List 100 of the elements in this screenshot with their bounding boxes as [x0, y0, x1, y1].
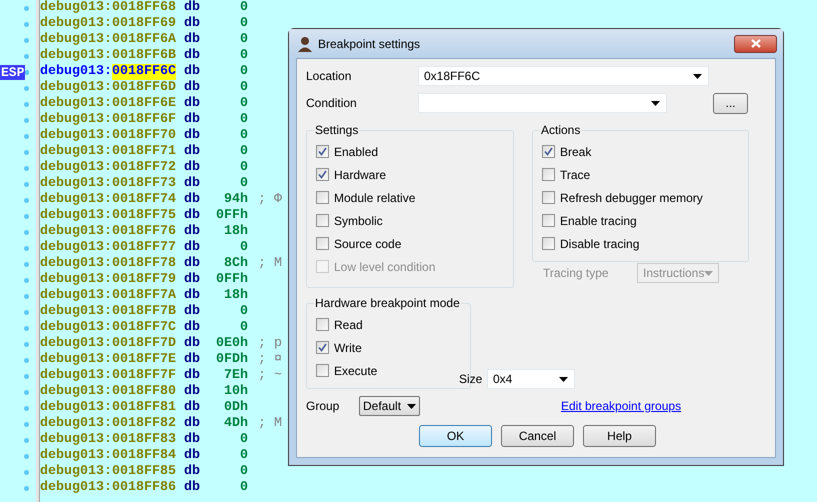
field-label: Condition — [306, 95, 358, 112]
address[interactable]: 0018FF6F — [112, 112, 176, 128]
address[interactable]: 0018FF86 — [112, 480, 176, 496]
address[interactable]: 0018FF83 — [112, 432, 176, 448]
segment-label: debug013: — [40, 464, 112, 480]
byte-value: 0 — [238, 48, 248, 64]
directive: db — [184, 176, 200, 192]
checkbox-label: Hardware — [334, 166, 386, 184]
address[interactable]: 0018FF74 — [112, 192, 176, 208]
directive: db — [184, 320, 200, 336]
checkbox[interactable] — [316, 191, 329, 204]
group-title: Actions — [540, 122, 582, 139]
segment-label: debug013: — [40, 160, 112, 176]
segment-label: debug013: — [40, 400, 112, 416]
comment: ; M — [258, 256, 282, 272]
byte-value: 0 — [238, 16, 248, 32]
segment-label: debug013: — [40, 480, 112, 496]
size-combo[interactable]: 0x4 — [487, 369, 575, 389]
address[interactable]: 0018FF7D — [112, 336, 176, 352]
checkbox[interactable] — [316, 237, 329, 250]
checkbox[interactable] — [542, 168, 555, 181]
checkbox[interactable] — [316, 364, 329, 377]
byte-value: 0 — [238, 32, 248, 48]
segment-label: debug013: — [40, 368, 112, 384]
address[interactable]: 0018FF6A — [112, 32, 176, 48]
address[interactable]: 0018FF6E — [112, 96, 176, 112]
edit-groups-link[interactable]: Edit breakpoint groups — [561, 397, 682, 415]
byte-value: 0 — [238, 144, 248, 160]
field-label: Size — [459, 371, 484, 388]
location-combo[interactable]: 0x18FF6C — [418, 66, 709, 86]
checkbox[interactable] — [542, 145, 555, 158]
caret-icon — [559, 376, 568, 382]
address[interactable]: 0018FF6C — [112, 64, 176, 80]
segment-label: debug013: — [40, 128, 112, 144]
checkbox[interactable] — [316, 168, 329, 181]
checkmark-icon — [544, 147, 553, 156]
checkbox-label: Disable tracing — [560, 236, 640, 252]
address[interactable]: 0018FF7F — [112, 368, 176, 384]
segment-label: debug013: — [40, 144, 112, 160]
checkbox[interactable] — [316, 318, 329, 331]
segment-label: debug013: — [40, 240, 112, 256]
checkbox[interactable] — [542, 237, 555, 250]
address[interactable]: 0018FF7A — [112, 288, 176, 304]
field-label: Group — [306, 398, 340, 415]
byte-value: 0 — [238, 240, 248, 256]
checkbox[interactable] — [542, 214, 555, 227]
dialog-button[interactable]: Help — [583, 425, 656, 447]
address[interactable]: 0018FF80 — [112, 384, 176, 400]
checkmark-icon — [318, 343, 327, 352]
checkbox[interactable] — [542, 191, 555, 204]
address[interactable]: 0018FF68 — [112, 0, 176, 16]
checkbox[interactable] — [316, 341, 329, 354]
comment: ; ~ — [258, 368, 282, 384]
checkbox[interactable] — [316, 214, 329, 227]
field-label: Location — [306, 68, 352, 85]
close-button[interactable] — [734, 34, 777, 52]
directive: db — [184, 144, 200, 160]
directive: db — [184, 272, 200, 288]
byte-value: 0 — [238, 320, 248, 336]
address[interactable]: 0018FF76 — [112, 224, 176, 240]
address[interactable]: 0018FF77 — [112, 240, 176, 256]
address[interactable]: 0018FF75 — [112, 208, 176, 224]
address[interactable]: 0018FF69 — [112, 16, 176, 32]
byte-value: 18h — [222, 224, 248, 240]
byte-value: 0 — [238, 176, 248, 192]
address[interactable]: 0018FF84 — [112, 448, 176, 464]
address[interactable]: 0018FF82 — [112, 416, 176, 432]
address[interactable]: 0018FF72 — [112, 160, 176, 176]
register-marker: ESP — [0, 64, 26, 80]
address[interactable]: 0018FF70 — [112, 128, 176, 144]
address[interactable]: 0018FF78 — [112, 256, 176, 272]
browse-button[interactable]: ... — [713, 92, 748, 114]
segment-label: debug013: — [40, 224, 112, 240]
condition-combo[interactable] — [418, 93, 667, 113]
byte-value: 18h — [222, 288, 248, 304]
address[interactable]: 0018FF73 — [112, 176, 176, 192]
address[interactable]: 0018FF6D — [112, 80, 176, 96]
checkbox-label: Read — [334, 316, 363, 334]
byte-value: 0 — [238, 128, 248, 144]
address[interactable]: 0018FF7E — [112, 352, 176, 368]
directive: db — [184, 480, 200, 496]
byte-value: 8Ch — [222, 256, 248, 272]
segment-label: debug013: — [40, 256, 112, 272]
address[interactable]: 0018FF7B — [112, 304, 176, 320]
group-dropdown[interactable]: Default — [359, 396, 420, 416]
address[interactable]: 0018FF81 — [112, 400, 176, 416]
checkbox[interactable] — [316, 145, 329, 158]
segment-label: debug013: — [40, 304, 112, 320]
address[interactable]: 0018FF71 — [112, 144, 176, 160]
address[interactable]: 0018FF6B — [112, 48, 176, 64]
dialog-button[interactable]: Cancel — [501, 425, 574, 447]
address[interactable]: 0018FF85 — [112, 464, 176, 480]
dialog-button[interactable]: OK — [419, 425, 492, 447]
segment-label: debug013: — [40, 192, 112, 208]
directive: db — [184, 256, 200, 272]
address[interactable]: 0018FF79 — [112, 272, 176, 288]
address[interactable]: 0018FF7C — [112, 320, 176, 336]
segment-label: debug013: — [40, 80, 112, 96]
segment-label: debug013: — [40, 432, 112, 448]
segment-label: debug013: — [40, 176, 112, 192]
